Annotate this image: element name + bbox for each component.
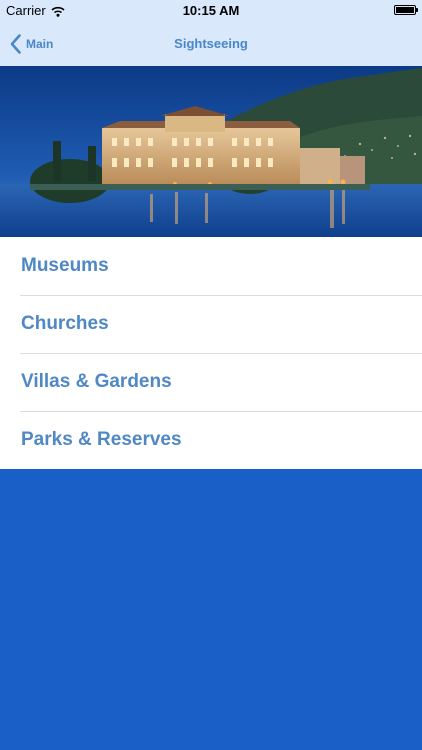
navigation-bar: Main Sightseeing <box>0 22 422 66</box>
category-list: Museums Churches Villas & Gardens Parks … <box>0 237 422 469</box>
list-item-label: Villas & Gardens <box>21 371 172 392</box>
status-bar: Carrier 10:15 AM <box>0 0 422 22</box>
battery-icon <box>394 5 418 15</box>
list-item-label: Museums <box>21 255 109 276</box>
list-item-museums[interactable]: Museums <box>0 237 422 295</box>
list-item-churches[interactable]: Churches <box>0 295 422 353</box>
hero-image <box>0 66 422 237</box>
list-item-villas-gardens[interactable]: Villas & Gardens <box>0 353 422 411</box>
page-title: Sightseeing <box>174 36 248 51</box>
list-item-parks-reserves[interactable]: Parks & Reserves <box>0 411 422 469</box>
list-item-label: Parks & Reserves <box>21 429 182 450</box>
status-time: 10:15 AM <box>182 3 240 18</box>
list-item-label: Churches <box>21 313 109 334</box>
